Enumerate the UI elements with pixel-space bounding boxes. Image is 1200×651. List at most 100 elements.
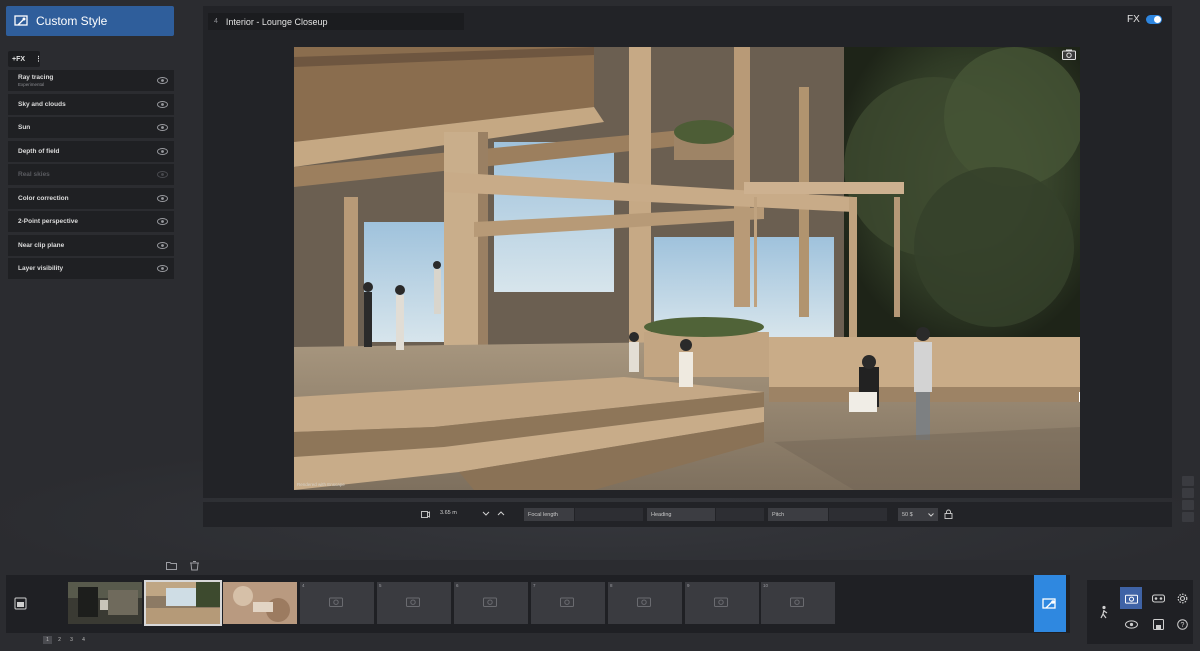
heading-label: Heading (651, 511, 672, 518)
effect-label: Real skies (18, 171, 50, 178)
focal-length-slider[interactable] (575, 508, 643, 521)
view-orbit-button[interactable] (1120, 613, 1142, 635)
eye-icon[interactable] (157, 241, 168, 249)
folder-icon[interactable] (166, 560, 177, 571)
add-fx-button[interactable]: +FX ⋮ (8, 51, 42, 67)
settings-button[interactable] (1171, 587, 1193, 609)
slot-number: 5 (379, 583, 382, 588)
vr-mode-button[interactable] (1147, 587, 1169, 609)
heading-field[interactable]: Heading (647, 508, 715, 521)
eye-icon[interactable] (157, 77, 168, 84)
slot-number: 6 (456, 583, 459, 588)
view-slot-6[interactable]: 6 (454, 582, 528, 624)
eye-icon[interactable] (157, 218, 168, 225)
page-3[interactable]: 3 (67, 636, 76, 644)
fx-toggle[interactable] (1145, 15, 1162, 24)
strip-actions (166, 560, 200, 571)
eye-off-icon[interactable] (157, 171, 168, 178)
tool-button-1[interactable] (1182, 476, 1194, 486)
effect-sublabel: Experimental (18, 81, 45, 87)
tool-button-2[interactable] (1182, 488, 1194, 498)
heading-slider[interactable] (716, 508, 764, 521)
effect-row-layer-visibility[interactable]: Layer visibility (8, 258, 174, 279)
render-preview-image[interactable] (294, 47, 1080, 490)
camera-icon (1124, 594, 1138, 604)
fov-select[interactable]: 50 $ (898, 508, 938, 521)
slot-number: 9 (687, 583, 690, 588)
view-thumbnail-1[interactable] (68, 582, 142, 624)
focal-length-field[interactable]: Focal length (524, 508, 574, 521)
chevron-down-icon[interactable] (482, 511, 490, 517)
camera-icon (714, 597, 728, 607)
chevron-up-icon[interactable] (497, 510, 505, 516)
save-icon (1152, 618, 1164, 630)
chevron-down-icon (928, 512, 934, 517)
effect-row-ray-tracing[interactable]: Ray tracing Experimental (8, 70, 174, 91)
effect-row-sun[interactable]: Sun (8, 117, 174, 138)
render-caption: Rendered with Enscape (297, 482, 345, 487)
camera-icon (406, 597, 420, 607)
view-thumbnail-2[interactable] (144, 580, 222, 626)
view-slot-7[interactable]: 7 (531, 582, 605, 624)
slot-number: 7 (533, 583, 536, 588)
trash-icon[interactable] (189, 560, 200, 571)
page-2[interactable]: 2 (55, 636, 64, 644)
camera-height-icon (421, 511, 430, 518)
eye-icon[interactable] (157, 100, 168, 108)
slot-number: 10 (763, 583, 769, 588)
collapse-strip-icon[interactable] (14, 597, 27, 610)
walk-mode-button[interactable] (1094, 601, 1116, 623)
page-1[interactable]: 1 (43, 636, 52, 644)
view-slot-10[interactable]: 10 (761, 582, 835, 624)
help-button[interactable]: ? (1171, 613, 1193, 635)
eye-icon[interactable] (157, 124, 168, 131)
camera-icon (560, 597, 574, 607)
effect-label: Sky and clouds (18, 100, 66, 108)
effect-label: Ray tracing (18, 73, 54, 81)
effect-row-near-clip-plane[interactable]: Near clip plane (8, 234, 174, 256)
lock-icon[interactable] (944, 509, 953, 519)
vr-headset-icon (1151, 593, 1165, 603)
more-menu-icon[interactable]: ⋮ (35, 55, 42, 63)
effect-row-color-correction[interactable]: Color correction (8, 187, 174, 209)
style-title: Custom Style (36, 14, 108, 28)
effect-label: Sun (18, 124, 31, 131)
effect-row-depth-of-field[interactable]: Depth of field (8, 140, 174, 162)
svg-text:?: ? (1180, 622, 1184, 629)
camera-height-value[interactable]: 3.65 m (440, 510, 457, 516)
camera-mode-button[interactable] (1120, 587, 1142, 609)
effect-row-real-skies[interactable]: Real skies (8, 164, 174, 185)
view-slot-8[interactable]: 8 (608, 582, 682, 624)
help-icon: ? (1176, 618, 1188, 630)
style-selector-button[interactable]: Custom Style (6, 6, 174, 36)
view-thumbnail-3[interactable] (223, 582, 297, 624)
tool-button-4[interactable] (1182, 512, 1194, 522)
eye-icon[interactable] (157, 194, 168, 202)
eye-icon[interactable] (157, 147, 168, 155)
slot-number: 4 (302, 583, 305, 588)
pitch-label: Pitch (772, 511, 785, 518)
camera-icon (790, 597, 804, 607)
camera-icon (329, 597, 343, 607)
view-slot-4[interactable]: 4 (300, 582, 374, 624)
tool-button-3[interactable] (1182, 500, 1194, 510)
render-button[interactable] (1034, 575, 1066, 632)
camera-icon (637, 597, 651, 607)
pitch-field[interactable]: Pitch (768, 508, 828, 521)
effect-row-2-point-perspective[interactable]: 2-Point perspective (8, 211, 174, 232)
save-view-button[interactable] (1147, 613, 1169, 635)
view-slot-5[interactable]: 5 (377, 582, 451, 624)
effect-label: 2-Point perspective (18, 218, 78, 225)
eye-icon[interactable] (157, 265, 168, 272)
effect-label: Depth of field (18, 147, 60, 155)
screenshot-icon[interactable] (1062, 49, 1076, 60)
view-slot-9[interactable]: 9 (685, 582, 759, 624)
render-image-icon (1042, 598, 1056, 609)
page-4[interactable]: 4 (79, 636, 88, 644)
effects-list: Ray tracing Experimental Sky and clouds S… (8, 70, 174, 282)
walk-icon (1100, 605, 1108, 619)
pitch-slider[interactable] (829, 508, 887, 521)
view-title-field[interactable]: 4 Interior - Lounge Closeup (208, 13, 464, 30)
fov-value: 50 $ (902, 511, 913, 518)
effect-row-sky-and-clouds[interactable]: Sky and clouds (8, 93, 174, 115)
